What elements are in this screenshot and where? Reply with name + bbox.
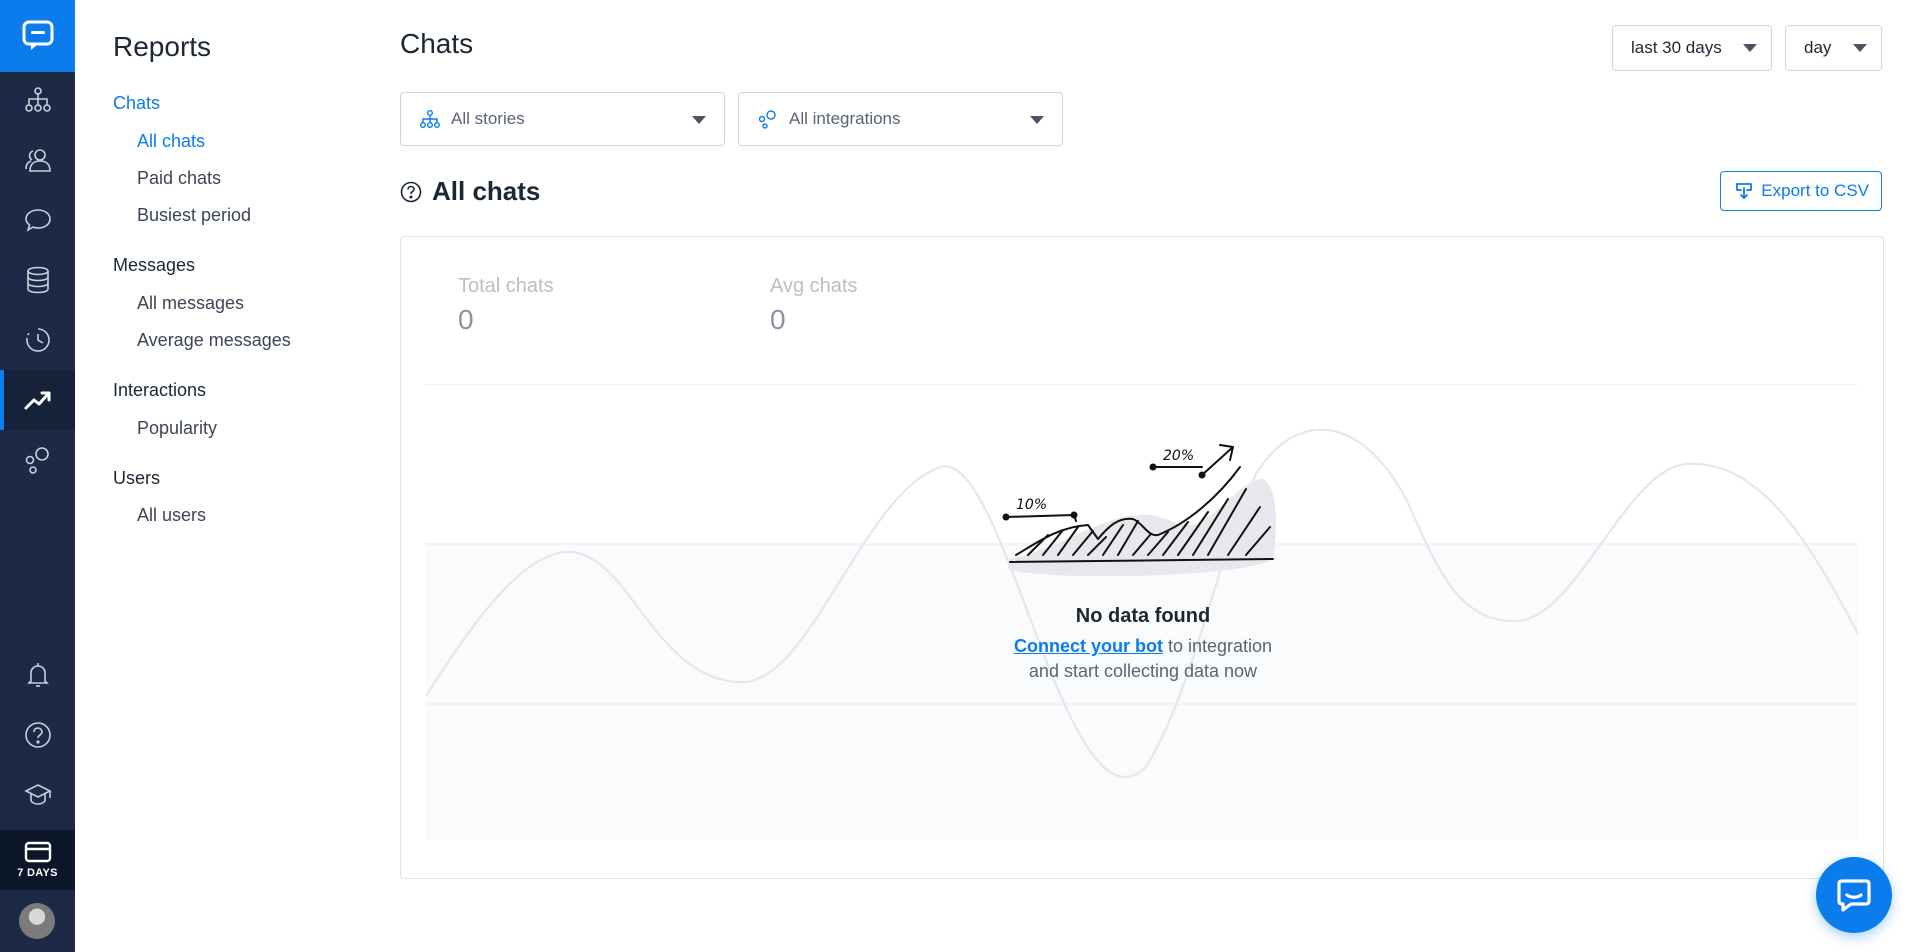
rail-item-academy[interactable] xyxy=(0,764,75,824)
question-circle-icon[interactable] xyxy=(400,181,422,203)
nav-link-all-chats[interactable]: All chats xyxy=(137,131,205,152)
stat-avg-chats: Avg chats 0 xyxy=(770,275,857,336)
empty-text-line2: and start collecting data now xyxy=(1028,661,1258,681)
help-icon xyxy=(24,722,51,748)
icon-rail: 7 DAYS xyxy=(0,0,75,952)
export-csv-button[interactable]: Export to CSV xyxy=(1720,171,1882,211)
rail-item-reports[interactable] xyxy=(0,370,75,430)
download-icon xyxy=(1736,183,1753,199)
nav-link-paid-chats[interactable]: Paid chats xyxy=(137,168,221,189)
nav-link-all-messages[interactable]: All messages xyxy=(137,293,244,314)
stories-filter[interactable]: All stories xyxy=(400,92,725,146)
chevron-down-icon xyxy=(1030,116,1044,124)
rail-item-database[interactable] xyxy=(0,250,75,310)
stories-icon xyxy=(25,447,49,474)
chart-card: Total chats 0 Avg chats 0 10% 20% No dat… xyxy=(400,236,1884,879)
integrations-filter-icon xyxy=(758,110,776,129)
chevron-down-icon xyxy=(1743,44,1757,52)
credit-card-icon xyxy=(24,841,51,863)
stat-value: 0 xyxy=(458,304,474,335)
empty-text: Connect your bot to integration and star… xyxy=(401,634,1883,684)
section-title: All chats xyxy=(432,176,541,206)
interval-select[interactable]: day xyxy=(1785,25,1882,71)
rail-item-users[interactable] xyxy=(0,130,75,190)
logo-button[interactable] xyxy=(0,0,75,72)
interval-value: day xyxy=(1804,38,1832,57)
stat-total-chats: Total chats 0 xyxy=(458,275,554,336)
users-icon xyxy=(24,149,51,172)
nav-link-busiest-period[interactable]: Busiest period xyxy=(137,205,251,226)
stat-value: 0 xyxy=(770,304,786,335)
rail-item-integrations[interactable] xyxy=(0,70,75,130)
history-icon xyxy=(25,328,50,352)
chevron-down-icon xyxy=(692,116,706,124)
integrations-filter[interactable]: All integrations xyxy=(738,92,1063,146)
chat-widget-button[interactable] xyxy=(1816,857,1892,933)
date-range-select[interactable]: last 30 days xyxy=(1612,25,1772,71)
rail-item-history[interactable] xyxy=(0,310,75,370)
illustration-label-low: 10% xyxy=(1016,497,1047,513)
rail-item-chats[interactable] xyxy=(0,190,75,250)
chevron-down-icon xyxy=(1853,44,1867,52)
rail-item-help[interactable] xyxy=(0,705,75,765)
nav-link-average-messages[interactable]: Average messages xyxy=(137,330,291,351)
empty-state: 10% 20% No data found Connect your bot t… xyxy=(401,427,1883,684)
reports-icon xyxy=(24,391,50,410)
rail-item-stories[interactable] xyxy=(0,430,75,490)
rail-item-notifications[interactable] xyxy=(0,645,75,705)
section-header: All chats xyxy=(400,176,540,207)
empty-text-after-link: to integration xyxy=(1162,636,1273,656)
integrations-icon xyxy=(24,87,51,112)
bell-icon xyxy=(26,663,49,687)
stat-label: Total chats xyxy=(458,275,554,297)
integrations-filter-value: All integrations xyxy=(789,109,901,128)
trial-badge[interactable]: 7 DAYS xyxy=(0,830,75,890)
nav-link-all-users[interactable]: All users xyxy=(137,505,206,526)
stories-filter-icon xyxy=(420,110,440,128)
growth-chart-illustration: 10% 20% xyxy=(1002,444,1276,577)
chatbot-logo-icon xyxy=(22,20,53,50)
connect-bot-link[interactable]: Connect your bot xyxy=(1014,636,1163,656)
reports-subnav: Reports Chats All chats Paid chats Busie… xyxy=(75,0,395,952)
database-icon xyxy=(26,266,49,294)
chat-bubble-icon xyxy=(1837,879,1871,912)
nav-group-interactions[interactable]: Interactions xyxy=(113,380,206,401)
stat-label: Avg chats xyxy=(770,275,858,297)
empty-title: No data found xyxy=(1075,605,1211,627)
nav-link-popularity[interactable]: Popularity xyxy=(137,418,217,439)
trial-days-label: 7 DAYS xyxy=(17,867,58,879)
graduation-cap-icon xyxy=(23,784,52,805)
nav-group-messages[interactable]: Messages xyxy=(113,255,195,276)
nav-group-users[interactable]: Users xyxy=(113,468,160,489)
chats-icon xyxy=(24,209,51,232)
nav-group-chats[interactable]: Chats xyxy=(113,93,160,114)
app: 7 DAYS Reports Chats All chats Paid chat… xyxy=(0,0,1920,952)
date-range-value: last 30 days xyxy=(1631,38,1722,57)
avatar[interactable] xyxy=(19,903,55,939)
export-csv-label: Export to CSV xyxy=(1761,181,1869,200)
subnav-title: Reports xyxy=(113,31,212,62)
illustration-label-high: 20% xyxy=(1163,448,1194,464)
stories-filter-value: All stories xyxy=(451,109,525,128)
page-title: Chats xyxy=(400,28,474,59)
